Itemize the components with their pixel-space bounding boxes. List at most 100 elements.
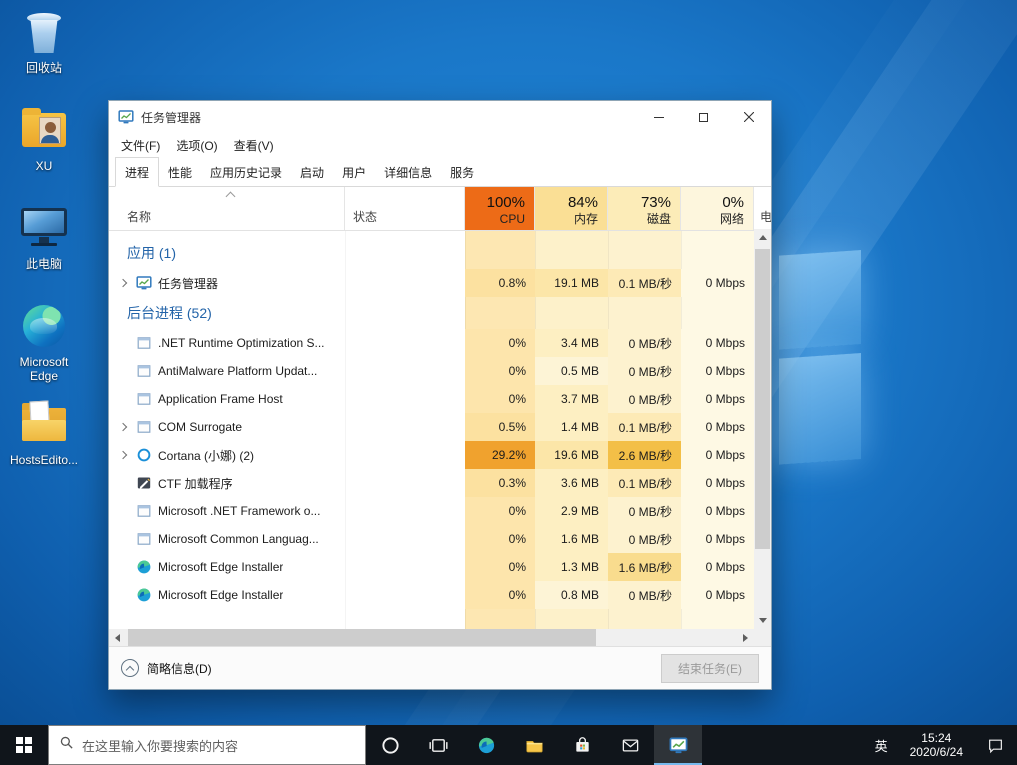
tab-4[interactable]: 用户 [333,159,375,186]
tab-1[interactable]: 性能 [159,159,201,186]
grid-header: 名称 状态 100%CPU84%内存73%磁盘0%网络 电 [109,187,771,231]
expand-chevron-icon[interactable] [115,420,130,435]
status-cell [345,441,465,469]
taskbar-button-taskview[interactable] [414,725,462,765]
tab-bar: 进程性能应用历史记录启动用户详细信息服务 [109,157,771,187]
disk-cell: 0 MB/秒 [608,385,681,413]
fewer-details-toggle[interactable]: 简略信息(D) [121,659,212,677]
task-manager-window: 任务管理器 文件(F)选项(O)查看(V) 进程性能应用历史记录启动用户详细信息… [108,100,772,690]
net-cell: 0 Mbps [681,441,754,469]
tab-2[interactable]: 应用历史记录 [201,159,291,186]
chevron-up-circle-icon [121,659,139,677]
vertical-scroll-thumb[interactable] [755,249,770,549]
process-row[interactable]: Microsoft Edge Installer0%0.8 MB0 MB/秒0 … [109,581,754,609]
language-indicator[interactable]: 英 [863,725,900,765]
desktop-icon-user-folder[interactable]: XU [6,102,82,194]
edge-icon [23,302,65,350]
taskbar-button-mail[interactable] [606,725,654,765]
expand-chevron-icon[interactable] [115,448,130,463]
status-cell [345,581,465,609]
process-row[interactable]: Microsoft Edge Installer0%1.3 MB1.6 MB/秒… [109,553,754,581]
taskbar-button-cortana[interactable] [366,725,414,765]
tab-6[interactable]: 服务 [441,159,483,186]
start-button[interactable] [0,725,48,765]
taskbar-button-taskmgr[interactable] [654,725,702,765]
mem-cell: 1.6 MB [535,525,608,553]
disk-cell: 0 MB/秒 [608,581,681,609]
process-icon [136,503,152,519]
process-name: Microsoft .NET Framework o... [158,504,320,518]
chevron-spacer [115,504,130,519]
scroll-right-arrow[interactable] [737,629,754,646]
status-cell [345,497,465,525]
desktop-icon-this-pc[interactable]: 此电脑 [6,200,82,292]
desktop-icon-folder[interactable]: HostsEdito... [6,396,82,488]
scroll-down-arrow[interactable] [754,612,771,629]
folder-icon [22,400,66,448]
status-cell [345,385,465,413]
column-header-name[interactable]: 名称 [109,187,345,230]
process-row[interactable]: Cortana (小娜) (2)29.2%19.6 MB2.6 MB/秒0 Mb… [109,441,754,469]
taskbar-button-explorer[interactable] [510,725,558,765]
column-header-status[interactable]: 状态 [345,187,465,230]
status-cell [345,469,465,497]
expand-chevron-icon[interactable] [115,276,130,291]
process-name: Cortana (小娜) (2) [158,447,254,464]
column-header-power[interactable]: 电 [754,187,771,230]
taskview-icon [429,736,448,755]
scroll-left-arrow[interactable] [109,629,126,646]
disk-cell: 0.1 MB/秒 [608,269,681,297]
tab-3[interactable]: 启动 [291,159,333,186]
taskbar-button-edge[interactable] [462,725,510,765]
user-folder-icon [22,106,66,154]
process-row[interactable]: Microsoft Common Languag...0%1.6 MB0 MB/… [109,525,754,553]
cpu-cell: 0% [465,581,535,609]
desktop-icon-label: XU [36,159,53,173]
menu-item-1[interactable]: 选项(O) [168,134,225,157]
column-header-net[interactable]: 0%网络 [681,187,754,230]
group-header[interactable]: 后台进程 (52) [109,297,754,329]
vertical-scrollbar[interactable] [754,229,771,629]
process-row[interactable]: AntiMalware Platform Updat...0%0.5 MB0 M… [109,357,754,385]
horizontal-scroll-thumb[interactable] [128,629,596,646]
window-title: 任务管理器 [141,109,201,126]
net-cell: 0 Mbps [681,469,754,497]
taskbar-spacer [702,725,863,765]
column-header-disk[interactable]: 73%磁盘 [608,187,681,230]
taskbar-button-store[interactable] [558,725,606,765]
menu-item-2[interactable]: 查看(V) [226,134,282,157]
action-center-button[interactable] [973,725,1017,765]
column-header-cpu[interactable]: 100%CPU [465,187,535,230]
scroll-up-arrow[interactable] [754,229,771,246]
group-header[interactable]: 应用 (1) [109,237,754,269]
horizontal-scrollbar[interactable] [109,629,771,646]
process-icon [136,559,152,575]
process-row[interactable]: 任务管理器0.8%19.1 MB0.1 MB/秒0 Mbps [109,269,754,297]
end-task-button[interactable]: 结束任务(E) [661,654,759,683]
menu-item-0[interactable]: 文件(F) [113,134,168,157]
column-header-mem[interactable]: 84%内存 [535,187,608,230]
process-row[interactable]: Application Frame Host0%3.7 MB0 MB/秒0 Mb… [109,385,754,413]
search-placeholder-text: 在这里输入你要搜索的内容 [82,736,238,755]
process-name: Microsoft Common Languag... [158,532,319,546]
process-row[interactable]: .NET Runtime Optimization S...0%3.4 MB0 … [109,329,754,357]
net-cell: 0 Mbps [681,413,754,441]
process-row[interactable]: COM Surrogate0.5%1.4 MB0.1 MB/秒0 Mbps [109,413,754,441]
tab-0[interactable]: 进程 [115,157,159,187]
status-cell [345,413,465,441]
process-row[interactable]: CTF 加载程序0.3%3.6 MB0.1 MB/秒0 Mbps [109,469,754,497]
chevron-spacer [115,336,130,351]
maximize-button[interactable] [681,101,726,133]
desktop-icon-edge[interactable]: Microsoft Edge [6,298,82,390]
taskbar-clock[interactable]: 15:24 2020/6/24 [900,725,973,765]
close-button[interactable] [726,101,771,133]
process-row[interactable]: Microsoft .NET Framework o...0%2.9 MB0 M… [109,497,754,525]
tab-5[interactable]: 详细信息 [375,159,441,186]
minimize-button[interactable] [636,101,681,133]
cpu-cell: 0% [465,525,535,553]
title-bar[interactable]: 任务管理器 [109,101,771,133]
chevron-spacer [115,560,130,575]
taskbar-search-box[interactable]: 在这里输入你要搜索的内容 [48,725,366,765]
desktop-icon-recycle-bin[interactable]: 回收站 [6,4,82,96]
net-cell: 0 Mbps [681,269,754,297]
